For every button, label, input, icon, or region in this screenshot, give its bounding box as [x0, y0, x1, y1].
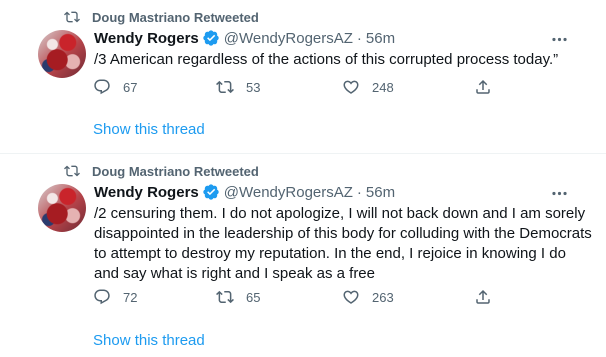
reply-icon	[94, 289, 110, 305]
retweet-button[interactable]: 53	[216, 78, 260, 96]
show-thread-link[interactable]: Show this thread	[93, 332, 205, 349]
avatar[interactable]	[38, 30, 86, 78]
reply-count: 67	[123, 79, 138, 95]
reply-button[interactable]: 67	[93, 78, 137, 96]
show-thread-link[interactable]: Show this thread	[93, 121, 205, 138]
tweet-text: /3 American regardless of the actions of…	[94, 51, 559, 68]
retweet-button[interactable]: 65	[216, 288, 260, 306]
tweet-actions: 72 65 263	[0, 288, 606, 308]
share-icon	[476, 289, 490, 304]
reply-button[interactable]: 72	[93, 288, 137, 306]
retweet-icon	[64, 163, 80, 179]
avatar[interactable]	[38, 184, 86, 232]
like-count: 248	[372, 79, 394, 95]
tweet-header: Wendy Rogers @WendyRogersAZ · 56m	[94, 28, 395, 48]
more-horizontal-icon[interactable]	[550, 186, 569, 200]
more-horizontal-icon[interactable]	[550, 32, 569, 46]
retweet-context: Doug Mastriano Retweeted	[64, 9, 259, 25]
author-handle[interactable]: @WendyRogersAZ	[224, 184, 353, 201]
heart-icon	[343, 290, 359, 304]
like-count: 263	[372, 289, 394, 305]
share-icon	[476, 79, 490, 94]
retweeted-by-label[interactable]: Doug Mastriano Retweeted	[92, 164, 259, 179]
retweet-icon	[64, 9, 80, 25]
verified-badge-icon	[202, 183, 220, 201]
like-button[interactable]: 248	[342, 78, 394, 96]
author-handle[interactable]: @WendyRogersAZ	[224, 30, 353, 47]
retweet-count: 53	[246, 79, 261, 95]
tweet-card[interactable]: Doug Mastriano Retweeted Wendy Rogers @W…	[0, 153, 606, 357]
timestamp[interactable]: 56m	[366, 184, 395, 201]
retweet-context: Doug Mastriano Retweeted	[64, 163, 259, 179]
heart-icon	[343, 80, 359, 94]
tweet-actions: 67 53 248	[0, 78, 606, 98]
author-name[interactable]: Wendy Rogers	[94, 184, 199, 201]
retweet-icon	[216, 80, 234, 94]
share-button[interactable]	[474, 78, 492, 96]
author-name[interactable]: Wendy Rogers	[94, 30, 199, 47]
timestamp[interactable]: 56m	[366, 30, 395, 47]
share-button[interactable]	[474, 288, 492, 306]
retweet-icon	[216, 290, 234, 304]
tweet-card[interactable]: Doug Mastriano Retweeted Wendy Rogers @W…	[0, 0, 606, 153]
retweet-count: 65	[246, 289, 261, 305]
separator-dot: ·	[356, 29, 362, 47]
tweet-header: Wendy Rogers @WendyRogersAZ · 56m	[94, 182, 395, 202]
verified-badge-icon	[202, 29, 220, 47]
tweet-text: /2 censuring them. I do not apologize, I…	[94, 205, 592, 282]
separator-dot: ·	[356, 183, 362, 201]
like-button[interactable]: 263	[342, 288, 394, 306]
reply-count: 72	[123, 289, 138, 305]
retweeted-by-label[interactable]: Doug Mastriano Retweeted	[92, 10, 259, 25]
reply-icon	[94, 79, 110, 95]
